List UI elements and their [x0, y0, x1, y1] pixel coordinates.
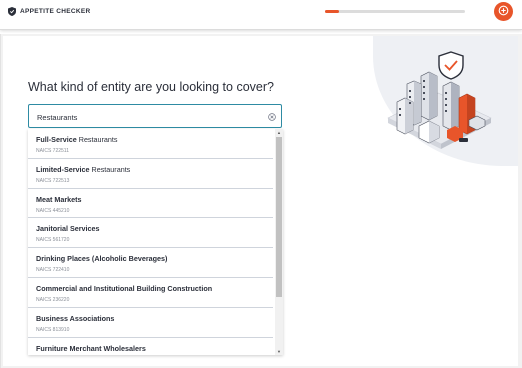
question-card: What kind of entity are you looking to c…: [3, 36, 518, 366]
add-button[interactable]: [494, 2, 513, 21]
plus-circle-icon: [498, 4, 509, 19]
result-item[interactable]: Drinking Places (Alcoholic Beverages) NAI…: [28, 248, 273, 278]
clear-search-button[interactable]: [267, 112, 277, 122]
content-area: What kind of entity are you looking to c…: [0, 34, 522, 368]
brand-name: APPETITE CHECKER: [20, 8, 91, 15]
progress-fill: [325, 10, 339, 13]
result-title: Full-Service Restaurants: [36, 135, 273, 144]
result-title-rest: Restaurants: [76, 135, 118, 144]
page-question: What kind of entity are you looking to c…: [28, 80, 274, 94]
result-title: Limited-Service Restaurants: [36, 165, 273, 174]
results-list: Full-Service Restaurants NAICS 722511 Limi…: [28, 129, 273, 355]
result-title: Drinking Places (Alcoholic Beverages): [36, 254, 273, 263]
result-title-match: Drinking Places (Alcoholic Beverages): [36, 254, 168, 264]
scroll-up-icon[interactable]: ▲: [275, 129, 283, 136]
top-bar: APPETITE CHECKER: [0, 0, 522, 30]
result-naics-code: NAICS 722410: [36, 267, 70, 274]
result-naics-code: NAICS 236220: [36, 296, 70, 303]
result-title-match: Business Associations: [36, 313, 115, 323]
results-scrollbar[interactable]: ▲ ▼: [275, 129, 283, 355]
result-title-match: Meat Markets: [36, 194, 82, 204]
result-naics-code: NAICS 722513: [36, 177, 70, 184]
result-title-match: Commercial and Institutional Building Co…: [36, 283, 213, 293]
scroll-down-icon[interactable]: ▼: [275, 348, 283, 355]
result-naics-code: NAICS 561720: [36, 237, 70, 244]
scroll-thumb[interactable]: [276, 137, 282, 297]
result-title: Janitorial Services: [36, 224, 273, 233]
entity-search-input[interactable]: [37, 110, 257, 124]
entity-search-box[interactable]: [28, 104, 282, 128]
result-title: Meat Markets: [36, 195, 273, 204]
result-title-match: Janitorial Services: [36, 224, 100, 234]
city-buildings-shield-illustration: [383, 46, 493, 171]
result-title: Commercial and Institutional Building Co…: [36, 284, 273, 293]
result-title: Business Associations: [36, 314, 273, 323]
app-logo[interactable]: APPETITE CHECKER: [8, 7, 91, 16]
result-item[interactable]: Furniture Merchant Wholesalers: [28, 338, 273, 355]
progress-bar: [325, 10, 465, 13]
result-naics-code: NAICS 445210: [36, 207, 70, 214]
result-title-rest: Restaurants: [89, 164, 131, 174]
results-dropdown: Full-Service Restaurants NAICS 722511 Limi…: [28, 129, 283, 355]
result-naics-code: NAICS 722511: [36, 148, 69, 154]
result-title-match: Limited-Service: [36, 164, 90, 174]
result-title: Furniture Merchant Wholesalers: [36, 344, 273, 353]
result-naics-code: NAICS 813910: [36, 326, 70, 333]
result-item[interactable]: Meat Markets NAICS 445210: [28, 189, 273, 219]
result-item[interactable]: Limited-Service Restaurants NAICS 722513: [28, 159, 273, 189]
result-item[interactable]: Business Associations NAICS 813910: [28, 308, 273, 338]
result-title-match: Furniture Merchant Wholesalers: [36, 343, 146, 353]
result-item[interactable]: Commercial and Institutional Building Co…: [28, 278, 273, 308]
clear-circle-icon: [268, 108, 276, 126]
result-item[interactable]: Janitorial Services NAICS 561720: [28, 218, 273, 249]
shield-logo-icon: [8, 7, 16, 16]
result-item[interactable]: Full-Service Restaurants NAICS 722511: [28, 129, 273, 159]
result-title-match: Full-Service: [36, 135, 77, 144]
